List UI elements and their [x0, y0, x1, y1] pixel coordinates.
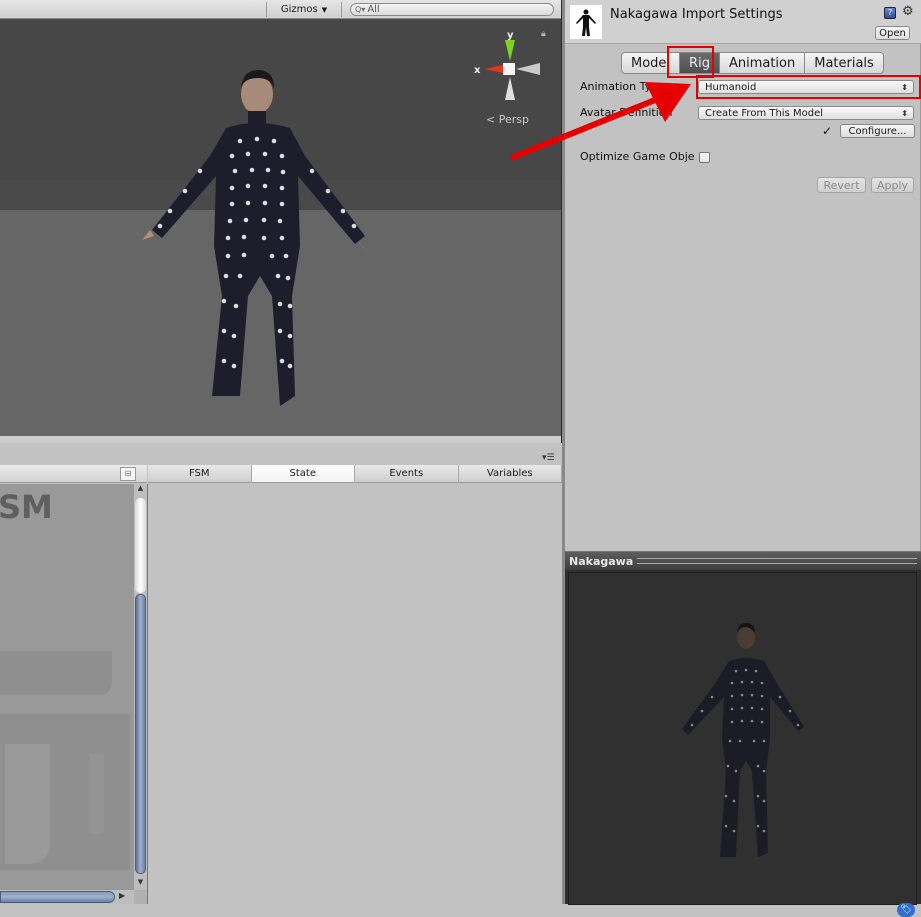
fsm-watermark: SM — [0, 488, 53, 526]
fsm-inspector-tabs: FSM State Events Variables — [148, 465, 562, 483]
axis-y-label: y — [507, 30, 514, 41]
drag-handle[interactable] — [637, 558, 917, 564]
gizmos-label: Gizmos — [280, 4, 318, 15]
tab-label: Animation — [728, 55, 796, 71]
preview-header[interactable]: Nakagawa — [565, 552, 921, 570]
dropdown-arrows-icon: ⬍ — [901, 108, 908, 118]
tab-rig[interactable]: Rig — [680, 52, 720, 74]
fsm-state-content — [148, 484, 562, 904]
projection-text: Persp — [498, 113, 529, 126]
checkmark-icon: ✓ — [822, 124, 833, 138]
tab-events[interactable]: Events — [355, 465, 459, 483]
tab-variables[interactable]: Variables — [458, 465, 562, 483]
tab-label: FSM — [188, 468, 210, 479]
tab-fsm[interactable]: FSM — [148, 465, 252, 483]
x-axis-cone[interactable] — [484, 65, 503, 73]
optimize-game-objects-checkbox[interactable] — [699, 152, 710, 163]
scene-search-input[interactable]: Q▾ All — [350, 3, 554, 16]
scroll-thumb[interactable] — [135, 594, 146, 874]
import-tabs: Model Rig Animation Materials — [621, 52, 884, 74]
fsm-horizontal-scrollbar[interactable]: ▶ — [0, 890, 134, 904]
neg-y-cone[interactable] — [505, 77, 515, 100]
panel-menu-icon[interactable]: ▾☰ — [542, 453, 555, 463]
dropdown-arrow-icon: ▼ — [321, 5, 328, 14]
search-icon: Q▾ — [355, 5, 366, 14]
projection-label[interactable]: < Persp — [486, 113, 529, 126]
dropdown-value: Humanoid — [705, 81, 757, 93]
scroll-down-icon[interactable]: ▼ — [134, 878, 147, 890]
watermark-logo-shape — [90, 754, 104, 834]
inspector-title: Nakagawa Import Settings — [610, 7, 783, 22]
preview-title: Nakagawa — [569, 554, 634, 568]
scroll-thumb[interactable] — [0, 891, 115, 903]
scene-toolbar: Gizmos ▼ Q▾ All — [0, 0, 561, 19]
model-thumbnail — [570, 5, 602, 39]
character-preview-model — [682, 623, 804, 857]
dropdown-arrows-icon: ⬍ — [901, 82, 908, 92]
inspector-panel: Nakagawa Import Settings ? ⚙ Open Model … — [565, 0, 921, 551]
avatar-definition-dropdown[interactable]: Create From This Model ⬍ — [698, 106, 914, 120]
axis-x-label: x — [474, 65, 481, 76]
tab-label: Variables — [486, 468, 533, 479]
configure-button[interactable]: Configure... — [840, 124, 915, 138]
tab-model[interactable]: Model — [621, 52, 681, 74]
playmaker-fsm-panel: ▾☰ ⊟ FSM State Events Variables SM ▲ ▼ ▶ — [0, 443, 562, 904]
center-cube[interactable] — [503, 63, 515, 75]
help-book-icon[interactable]: ? — [884, 7, 896, 19]
asset-label-tag-icon[interactable]: 🏷︎ — [897, 903, 915, 917]
gizmos-dropdown[interactable]: Gizmos ▼ — [266, 2, 342, 17]
scene-bottom-border — [0, 436, 561, 443]
open-button[interactable]: Open — [875, 26, 910, 40]
apply-button[interactable]: Apply — [871, 177, 914, 193]
fsm-browser-icon[interactable]: ⊟ — [120, 467, 136, 481]
inspector-header: Nakagawa Import Settings ? ⚙ Open — [565, 0, 921, 44]
watermark-logo-shape — [5, 744, 50, 864]
tab-label: Events — [389, 468, 424, 479]
scroll-corner — [134, 890, 147, 904]
y-axis-cone[interactable] — [505, 40, 515, 61]
tab-materials[interactable]: Materials — [805, 52, 884, 74]
character-model — [142, 70, 372, 406]
orientation-gizmo[interactable]: y x — [470, 28, 546, 103]
fsm-graph-view[interactable]: SM — [0, 484, 134, 890]
watermark-logo-shape — [0, 651, 112, 695]
gear-icon[interactable]: ⚙ — [902, 4, 914, 19]
tab-label: Model — [631, 55, 671, 71]
animation-type-dropdown[interactable]: Humanoid ⬍ — [698, 80, 914, 94]
tab-state[interactable]: State — [251, 465, 355, 483]
dropdown-value: Create From This Model — [705, 107, 823, 119]
revert-button[interactable]: Revert — [817, 177, 866, 193]
model-preview-panel: Nakagawa 🏷︎ — [565, 551, 921, 917]
scroll-up-icon[interactable]: ▲ — [134, 484, 147, 496]
optimize-game-objects-label: Optimize Game Obje — [580, 150, 695, 163]
tab-label: Materials — [814, 55, 874, 71]
neg-x-cone[interactable] — [516, 63, 540, 75]
preview-viewport[interactable]: 🏷︎ — [568, 572, 917, 917]
scroll-right-icon[interactable]: ▶ — [119, 891, 125, 900]
tab-animation[interactable]: Animation — [719, 52, 806, 74]
tab-label: Rig — [689, 55, 710, 71]
scroll-track[interactable] — [135, 498, 146, 593]
animation-type-label: Animation Type — [580, 80, 665, 93]
avatar-definition-label: Avatar Definition — [580, 106, 673, 119]
search-placeholder: All — [367, 4, 380, 15]
tab-label: State — [289, 468, 316, 479]
fsm-vertical-scrollbar[interactable]: ▲ ▼ — [134, 484, 147, 890]
scene-view[interactable]: Gizmos ▼ Q▾ All 🔒︎ y x < Persp — [0, 0, 562, 443]
